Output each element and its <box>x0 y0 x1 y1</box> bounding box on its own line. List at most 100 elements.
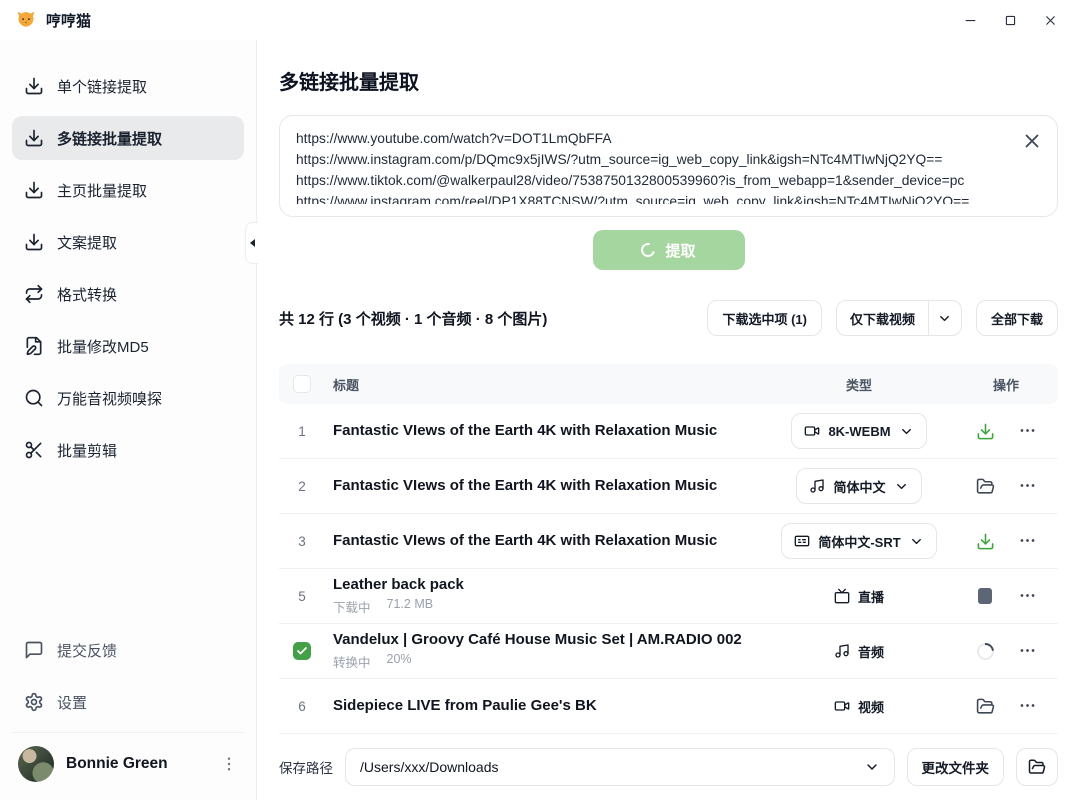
table-row[interactable]: 5 Leather back pack 下载中 71.2 MB 直播 <box>279 569 1058 624</box>
change-folder-button[interactable]: 更改文件夹 <box>907 748 1005 786</box>
open-folder-button[interactable] <box>975 696 995 716</box>
more-menu-button[interactable] <box>1017 641 1037 661</box>
row-title: Fantastic VIews of the Earth 4K with Rel… <box>333 422 764 441</box>
format-label: 8K-WEBM <box>828 424 890 439</box>
row-title: Vandelux | Groovy Café House Music Set |… <box>333 631 764 650</box>
format-select[interactable]: 8K-WEBM <box>791 413 926 449</box>
extract-button[interactable]: 提取 <box>593 230 745 270</box>
select-all-checkbox[interactable] <box>293 375 311 393</box>
format-select[interactable]: 简体中文-SRT <box>781 523 936 559</box>
minimize-icon <box>963 13 978 28</box>
table-row[interactable]: 3 Fantastic VIews of the Earth 4K with R… <box>279 514 1058 569</box>
row-detail: 20% <box>387 652 412 671</box>
more-menu-button[interactable] <box>1017 586 1037 606</box>
table-row[interactable]: 6 Sidepiece LIVE from Paulie Gee's BK 视频 <box>279 679 1058 734</box>
page-title: 多链接批量提取 <box>279 66 1058 95</box>
sidebar-item-4[interactable]: 格式转换 <box>12 272 244 316</box>
sidebar-footer-nav: 提交反馈 设置 <box>12 628 244 724</box>
format-label: 简体中文 <box>833 477 885 496</box>
sidebar-item-2[interactable]: 主页批量提取 <box>12 168 244 212</box>
repeat-icon <box>24 284 44 304</box>
row-index: 1 <box>293 424 311 439</box>
sidebar-nav: 单个链接提取 多链接批量提取 主页批量提取 文案提取 格式转换 批量修改MD5 … <box>12 64 244 480</box>
sidebar: 单个链接提取 多链接批量提取 主页批量提取 文案提取 格式转换 批量修改MD5 … <box>0 40 257 800</box>
type-label-group: 音频 <box>834 642 884 661</box>
open-save-folder-button[interactable] <box>1016 748 1058 786</box>
app-title: 哼哼猫 <box>46 10 91 31</box>
gear-icon <box>24 692 44 712</box>
minimize-button[interactable] <box>958 8 982 32</box>
change-folder-label: 更改文件夹 <box>922 761 990 776</box>
download-button[interactable] <box>975 421 995 441</box>
video-only-dropdown-toggle[interactable] <box>929 311 961 326</box>
sidebar-collapse-handle[interactable] <box>245 222 258 264</box>
sidebar-footer-item-0[interactable]: 提交反馈 <box>12 628 244 672</box>
row-index: 3 <box>293 534 311 549</box>
more-menu-button[interactable] <box>1017 476 1037 496</box>
download-icon <box>24 232 44 252</box>
sidebar-item-6[interactable]: 万能音视频嗅探 <box>12 376 244 420</box>
header-type: 类型 <box>764 375 954 394</box>
download-selected-button[interactable]: 下载选中项 (1) <box>707 300 822 336</box>
table-header: 标题 类型 操作 <box>279 364 1058 404</box>
type-label-group: 视频 <box>834 697 884 716</box>
ellipsis-icon <box>1018 476 1037 495</box>
type-label: 视频 <box>858 697 884 716</box>
window-controls <box>958 8 1062 32</box>
sidebar-footer-item-1[interactable]: 设置 <box>12 680 244 724</box>
sidebar-item-5[interactable]: 批量修改MD5 <box>12 324 244 368</box>
save-path-value: /Users/xxx/Downloads <box>360 759 499 775</box>
chevron-down-icon <box>894 479 909 494</box>
sidebar-item-3[interactable]: 文案提取 <box>12 220 244 264</box>
row-title: Fantastic VIews of the Earth 4K with Rel… <box>333 532 764 551</box>
row-index: 6 <box>293 699 311 714</box>
user-menu-button[interactable] <box>220 755 238 773</box>
header-title: 标题 <box>333 375 764 394</box>
open-folder-button[interactable] <box>975 476 995 496</box>
table-row[interactable]: Vandelux | Groovy Café House Music Set |… <box>279 624 1058 679</box>
captions-icon <box>794 533 810 549</box>
download-button[interactable] <box>975 531 995 551</box>
progress-spinner <box>975 641 995 661</box>
user-row[interactable]: Bonnie Green <box>12 732 244 786</box>
type-label: 直播 <box>858 587 884 606</box>
video-icon <box>804 423 820 439</box>
download-video-only-button[interactable]: 仅下载视频 <box>836 300 962 336</box>
sidebar-item-7[interactable]: 批量剪辑 <box>12 428 244 472</box>
maximize-icon <box>1003 13 1018 28</box>
sidebar-footer: 提交反馈 设置 Bonnie Green <box>12 628 244 786</box>
row-checkbox[interactable] <box>293 642 311 660</box>
save-path-bar: 保存路径 /Users/xxx/Downloads 更改文件夹 <box>257 737 1080 800</box>
extract-button-label: 提取 <box>665 240 695 261</box>
more-menu-button[interactable] <box>1017 696 1037 716</box>
download-all-button[interactable]: 全部下载 <box>976 300 1058 336</box>
table-row[interactable]: 2 Fantastic VIews of the Earth 4K with R… <box>279 459 1058 514</box>
row-status: 转换中 <box>333 652 371 671</box>
loading-spinner-icon <box>639 240 658 259</box>
format-select[interactable]: 简体中文 <box>796 468 921 504</box>
row-index: 5 <box>293 589 311 604</box>
sidebar-item-1[interactable]: 多链接批量提取 <box>12 116 244 160</box>
more-menu-button[interactable] <box>1017 531 1037 551</box>
user-name: Bonnie Green <box>66 755 168 773</box>
main-content: 多链接批量提取 https://www.youtube.com/watch?v=… <box>257 40 1080 800</box>
format-label: 简体中文-SRT <box>818 532 900 551</box>
cat-face-icon <box>16 10 36 30</box>
chevron-down-icon <box>899 424 914 439</box>
stop-button[interactable] <box>975 586 995 606</box>
row-status: 下载中 <box>333 597 371 616</box>
message-icon <box>24 640 44 660</box>
more-menu-button[interactable] <box>1017 421 1037 441</box>
maximize-button[interactable] <box>998 8 1022 32</box>
ellipsis-icon <box>1018 586 1037 605</box>
avatar <box>18 746 54 782</box>
save-path-select[interactable]: /Users/xxx/Downloads <box>345 748 895 786</box>
clear-input-button[interactable] <box>1021 130 1043 152</box>
chevron-down-icon <box>909 534 924 549</box>
close-button[interactable] <box>1038 8 1062 32</box>
url-textarea[interactable]: https://www.youtube.com/watch?v=DOT1LmQb… <box>296 128 1011 204</box>
sidebar-item-0[interactable]: 单个链接提取 <box>12 64 244 108</box>
check-icon <box>296 645 308 657</box>
save-path-label: 保存路径 <box>279 757 333 777</box>
table-row[interactable]: 1 Fantastic VIews of the Earth 4K with R… <box>279 404 1058 459</box>
